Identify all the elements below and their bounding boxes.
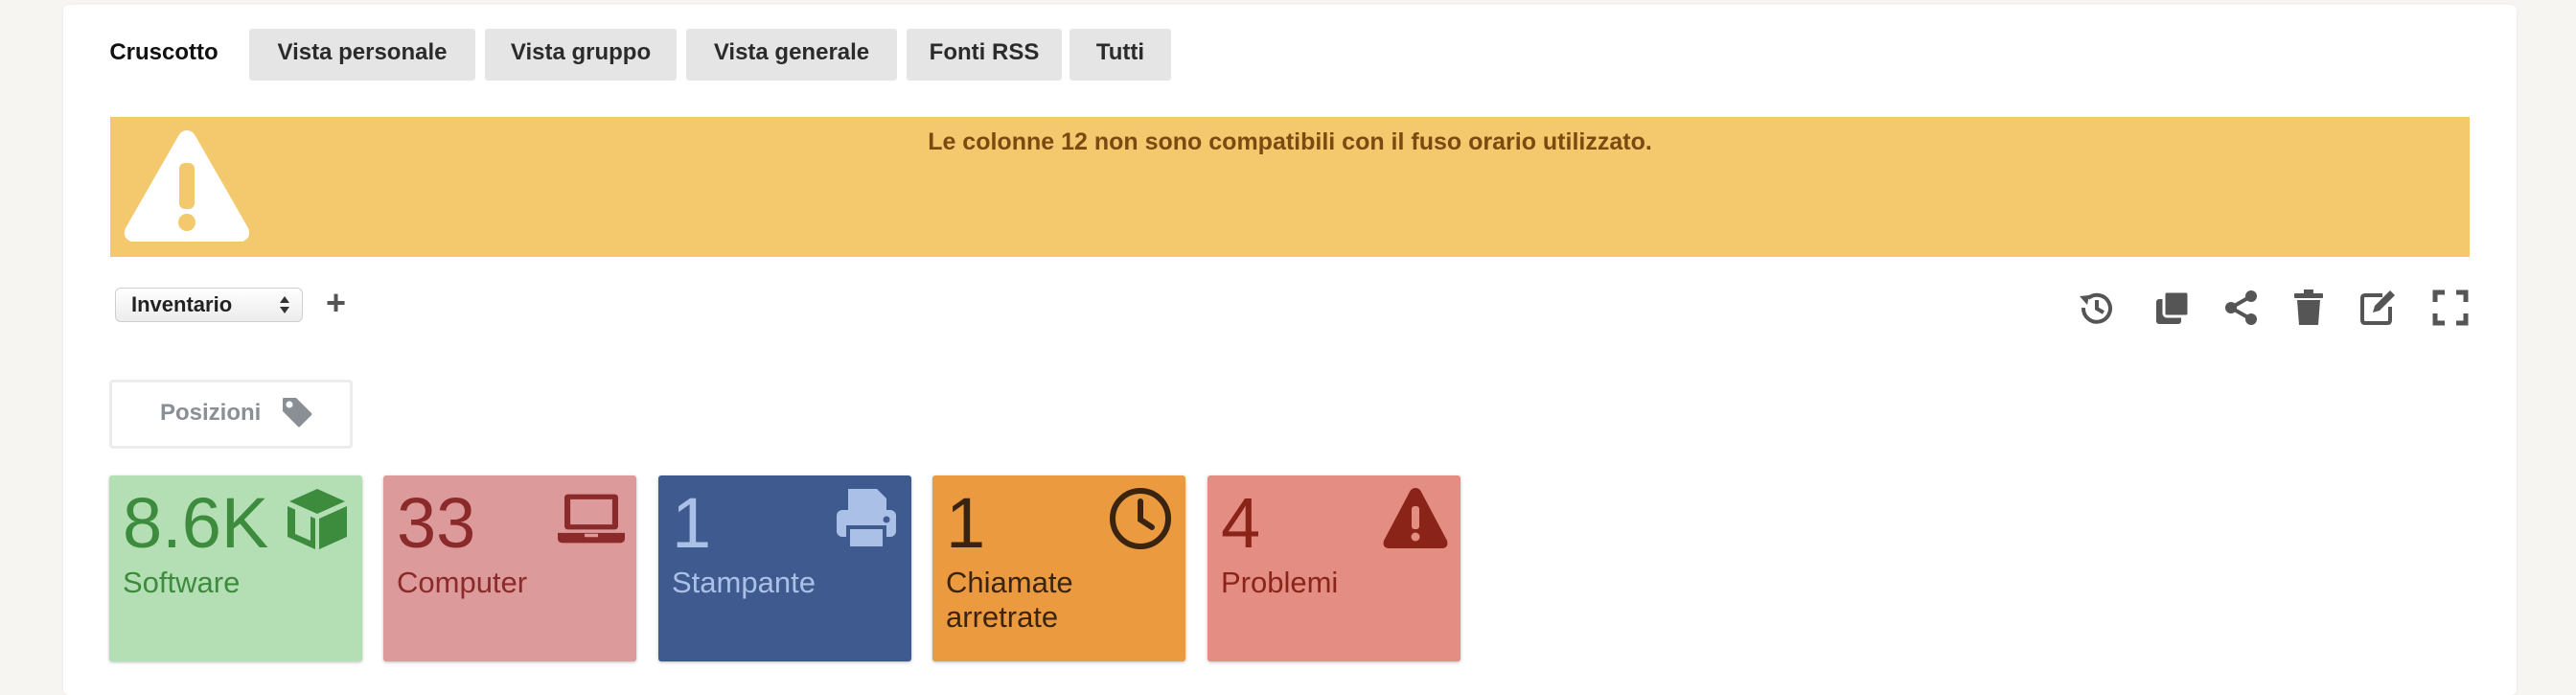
warning-banner: Le colonne 12 non sono compatibili con i… [110, 117, 2470, 257]
box-icon [288, 489, 347, 549]
history-icon[interactable] [2076, 288, 2116, 328]
tab-tutti[interactable]: Tutti [1070, 29, 1171, 81]
card-value: 4 [1221, 483, 1261, 563]
alert-icon [1383, 488, 1448, 548]
dashboard-select[interactable]: Inventario [115, 288, 303, 322]
tab-vista-gruppo[interactable]: Vista gruppo [485, 29, 677, 81]
dashboard-select-value: Inventario [131, 292, 233, 316]
edit-icon[interactable] [2358, 288, 2398, 328]
tag-icon [283, 398, 312, 428]
tab-vista-generale[interactable]: Vista generale [686, 29, 897, 81]
card-label: Chiamate arretrate [946, 566, 1073, 634]
tab-fonti-rss[interactable]: Fonti RSS [907, 29, 1062, 81]
select-arrows-icon [280, 296, 289, 313]
card-stampante[interactable]: 1 Stampante [658, 475, 911, 661]
card-value: 1 [946, 483, 986, 563]
card-chiamate-arretrate[interactable]: 1 Chiamate arretrate [932, 475, 1185, 661]
clock-icon [1110, 488, 1171, 549]
clone-icon[interactable] [2152, 288, 2193, 328]
trash-icon[interactable] [2288, 288, 2329, 328]
fullscreen-icon[interactable] [2430, 288, 2471, 328]
card-software[interactable]: 8.6K Software [109, 475, 362, 661]
laptop-icon [558, 494, 625, 544]
filter-label: Posizioni [160, 400, 262, 426]
card-value: 8.6K [123, 483, 269, 563]
tab-vista-personale[interactable]: Vista personale [249, 29, 475, 81]
printer-icon [837, 489, 896, 550]
warning-message: Le colonne 12 non sono compatibili con i… [928, 128, 1652, 155]
card-value: 33 [397, 483, 476, 563]
card-label: Stampante [672, 566, 816, 599]
tab-cruscotto[interactable]: Cruscotto [92, 29, 236, 81]
card-label: Computer [397, 566, 528, 599]
share-icon[interactable] [2221, 288, 2262, 328]
filter-posizioni[interactable]: Posizioni [109, 380, 353, 449]
card-problemi[interactable]: 4 Problemi [1208, 475, 1460, 661]
card-label: Software [123, 566, 241, 599]
card-computer[interactable]: 33 Computer [383, 475, 636, 661]
card-value: 1 [672, 483, 712, 563]
card-label: Problemi [1221, 566, 1339, 599]
add-dashboard-button[interactable]: + [326, 284, 346, 322]
